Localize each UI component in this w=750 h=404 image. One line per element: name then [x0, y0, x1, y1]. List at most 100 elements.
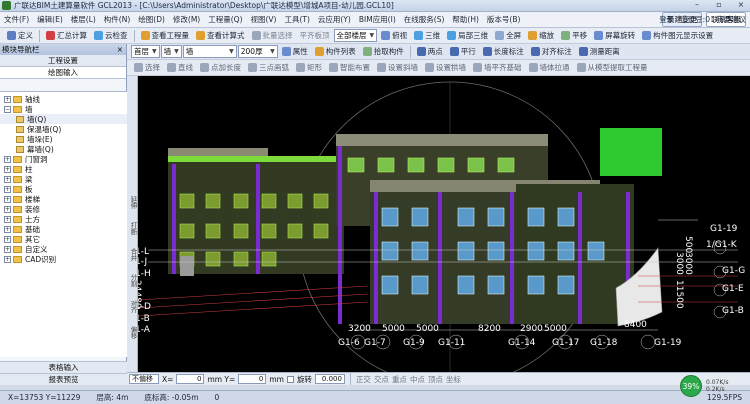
expand-icon[interactable]: + — [4, 225, 11, 233]
tree-node[interactable]: + 板 — [0, 184, 127, 194]
flat-top-button[interactable]: 平齐板顶 — [297, 29, 333, 43]
table-input-button[interactable]: 表格输入 — [0, 361, 127, 373]
extract-model-button[interactable]: 从模型提取工程量 — [574, 61, 651, 75]
select-button[interactable]: 选择 — [131, 61, 163, 75]
view-formula-button[interactable]: 查看计算式 — [193, 29, 248, 43]
close-icon[interactable]: × — [117, 45, 126, 54]
menu-draw[interactable]: 绘图(D) — [134, 14, 169, 25]
pick-component-button[interactable]: 拾取构件 — [360, 45, 407, 59]
wall-flat-button[interactable]: 墙平齐基础 — [470, 61, 525, 75]
tree-node[interactable]: + 轴线 — [0, 94, 127, 104]
set-slope-button[interactable]: 设置斜墙 — [374, 61, 421, 75]
align-label-button[interactable]: 对齐标注 — [528, 45, 575, 59]
break-tool[interactable]: 打断 — [128, 222, 138, 235]
expand-icon[interactable]: + — [4, 255, 11, 263]
project-settings-button[interactable]: 工程设置 — [0, 55, 126, 67]
component-display-button[interactable]: 构件图元显示设置 — [639, 29, 716, 43]
snap-coordinate[interactable]: 坐标 — [446, 374, 461, 385]
point-extend-button[interactable]: 点加长度 — [197, 61, 244, 75]
tree-node[interactable]: 保温墙(Q) — [0, 124, 127, 134]
screen-rotate-button[interactable]: 屏幕旋转 — [591, 29, 638, 43]
floor-select[interactable]: 全部楼层 ▼ — [333, 29, 378, 42]
measure-button[interactable]: 测量距离 — [576, 45, 623, 59]
thickness-select[interactable]: 200厚 ▼ — [237, 45, 278, 58]
menu-bim[interactable]: BIM应用(I) — [355, 14, 400, 25]
smart-layout-button[interactable]: 智能布置 — [326, 61, 373, 75]
properties-button[interactable]: 属性 — [279, 45, 311, 59]
layer-select[interactable]: 首层 ▼ — [131, 45, 160, 58]
pan-button[interactable]: 平移 — [558, 29, 590, 43]
snap-perpendicular[interactable]: 重点 — [392, 374, 407, 385]
menu-component[interactable]: 构件(N) — [100, 14, 134, 25]
expand-icon[interactable]: + — [4, 95, 11, 103]
menu-view[interactable]: 视图(V) — [247, 14, 281, 25]
menu-quantity[interactable]: 工程量(Q) — [204, 14, 246, 25]
expand-icon[interactable]: + — [4, 165, 11, 173]
tree-node[interactable]: + 其它 — [0, 234, 127, 244]
menu-online[interactable]: 在线服务(S) — [400, 14, 449, 25]
tree-node[interactable]: + CAD识别 — [0, 254, 127, 264]
tree-node[interactable]: + 门窗洞 — [0, 154, 127, 164]
rotate-checkbox[interactable] — [286, 375, 294, 383]
expand-icon[interactable]: + — [4, 235, 11, 243]
tree-node[interactable]: + 自定义 — [0, 244, 127, 254]
menu-modify[interactable]: 修改(M) — [169, 14, 204, 25]
batch-select-button[interactable]: 批量选择 — [249, 29, 296, 43]
two-points-button[interactable]: 两点 — [414, 45, 446, 59]
set-arc-wall-button[interactable]: 设置拱墙 — [422, 61, 469, 75]
close-button[interactable]: × — [734, 0, 748, 9]
minimize-button[interactable]: – — [690, 0, 704, 9]
tree-node[interactable]: + 基础 — [0, 224, 127, 234]
line-button[interactable]: 直线 — [164, 61, 196, 75]
partial-3d-button[interactable]: 局部三维 — [444, 29, 491, 43]
summary-button[interactable]: 汇总计算 — [43, 29, 90, 43]
expand-icon[interactable]: + — [4, 155, 11, 163]
offset-mode-select[interactable]: 不偏移 — [129, 374, 159, 384]
bird-view-button[interactable]: 俯视 — [378, 29, 410, 43]
drawing-input-button[interactable]: 绘图输入 — [0, 67, 126, 79]
snap-orthogonal[interactable]: 正交 — [356, 374, 371, 385]
rotate-input[interactable]: 0.000 — [314, 374, 345, 384]
three-point-arc-button[interactable]: 三点画弧 — [245, 61, 292, 75]
tree-node[interactable]: 墙(Q) — [0, 114, 127, 124]
tree-node[interactable]: 幕墙(Q) — [0, 144, 127, 154]
fullscreen-button[interactable]: 全屏 — [492, 29, 524, 43]
three-d-button[interactable]: 三维 — [411, 29, 443, 43]
suggest-button[interactable]: 我要建议 — [716, 14, 746, 25]
sub-type-select[interactable]: 墙 ▼ — [182, 45, 237, 58]
extend-tool[interactable]: 延伸 — [128, 196, 138, 209]
menu-file[interactable]: 文件(F) — [0, 14, 33, 25]
expand-icon[interactable]: + — [4, 175, 11, 183]
expand-icon[interactable]: + — [4, 245, 11, 253]
tree-node[interactable]: + 土方 — [0, 214, 127, 224]
report-preview-button[interactable]: 报表预览 — [0, 373, 127, 385]
snap-vertex[interactable]: 顶点 — [428, 374, 443, 385]
tree-node[interactable]: + 梁 — [0, 174, 127, 184]
offset-tool[interactable]: 偏移 — [128, 326, 138, 339]
menu-version[interactable]: 版本号(B) — [483, 14, 525, 25]
menu-edit[interactable]: 编辑(E) — [33, 14, 67, 25]
define-button[interactable]: 定义 — [4, 29, 36, 43]
expand-icon[interactable]: + — [4, 215, 11, 223]
rectangle-button[interactable]: 矩形 — [293, 61, 325, 75]
wall-pull-button[interactable]: 墙体拉通 — [526, 61, 573, 75]
tree-node[interactable]: + 装修 — [0, 204, 127, 214]
cloud-check-button[interactable]: 云检查 — [91, 29, 131, 43]
expand-icon[interactable]: + — [4, 195, 11, 203]
menu-help[interactable]: 帮助(H) — [448, 14, 483, 25]
type-select[interactable]: 墙 ▼ — [160, 45, 182, 58]
maximize-button[interactable]: ▫ — [712, 0, 726, 9]
length-label-button[interactable]: 长度标注 — [480, 45, 527, 59]
snap-intersection[interactable]: 交点 — [374, 374, 389, 385]
parallel-button[interactable]: 平行 — [447, 45, 479, 59]
tree-node[interactable]: − 墙 — [0, 104, 127, 114]
tree-node[interactable]: + 柱 — [0, 164, 127, 174]
collapse-icon[interactable]: − — [4, 105, 11, 113]
login-button[interactable]: 登录 — [659, 14, 674, 25]
zoom-button[interactable]: 缩放 — [525, 29, 557, 43]
x-input[interactable]: 0 — [176, 374, 205, 384]
expand-icon[interactable]: + — [4, 185, 11, 193]
snap-midpoint[interactable]: 中点 — [410, 374, 425, 385]
align-tool[interactable]: 对齐 — [128, 300, 138, 313]
split-tool[interactable]: 分割 — [128, 274, 138, 287]
